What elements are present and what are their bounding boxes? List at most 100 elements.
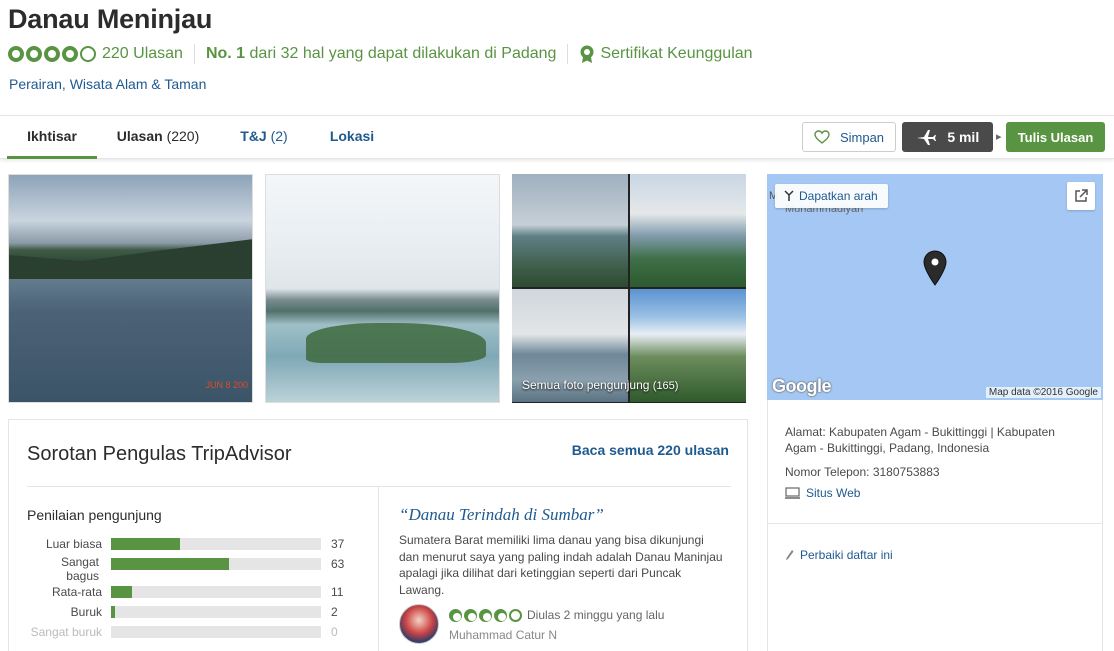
photo-lake-2[interactable] — [265, 174, 500, 403]
rating-bar-track — [111, 626, 321, 638]
rating-bar-track — [111, 586, 321, 598]
heart-icon — [814, 130, 830, 144]
write-review-button[interactable]: Tulis Ulasan — [1006, 122, 1105, 152]
expand-map-button[interactable] — [1067, 182, 1095, 210]
rating-summary: 220 Ulasan No. 1 dari 32 hal yang dapat … — [8, 43, 753, 65]
phone-number: Nomor Telepon: 3180753883 — [785, 465, 940, 479]
photo-hills — [9, 239, 252, 279]
photo-grid-all[interactable]: Semua foto pengunjung (165) — [512, 174, 746, 403]
review-highlights-title: Sorotan Pengulas TripAdvisor — [27, 443, 292, 465]
rating-row-very-good[interactable]: Sangat bagus 63 — [27, 554, 357, 583]
tab-location[interactable]: Lokasi — [322, 116, 382, 159]
address: Alamat: Kabupaten Agam - Bukittinggi | K… — [785, 425, 1055, 455]
get-directions-button[interactable]: Dapatkan arah — [775, 184, 888, 208]
edit-listing-link[interactable]: Perbaiki daftar ini — [785, 548, 893, 562]
external-link-icon — [1075, 189, 1088, 202]
contact-info-panel: Alamat: Kabupaten Agam - Bukittinggi | K… — [767, 400, 1103, 651]
tab-qa[interactable]: T&J (2) — [233, 116, 295, 159]
rating-bar-fill — [111, 606, 115, 618]
divider — [27, 486, 731, 487]
rating-bubble-filled — [494, 608, 507, 622]
ranking[interactable]: No. 1 dari 32 hal yang dapat dilakukan d… — [206, 45, 556, 63]
photo-date-stamp: JUN 8 200 — [205, 380, 248, 390]
rating-bubble-filled — [44, 46, 60, 62]
edit-listing-label: Perbaiki daftar ini — [800, 548, 893, 562]
tab-count: (2) — [270, 128, 288, 144]
rating-row-count: 2 — [331, 605, 338, 619]
airplane-icon — [916, 130, 936, 145]
rating-row-label: Luar biasa — [45, 537, 102, 551]
rating-bubble-filled — [8, 46, 24, 62]
category-links[interactable]: Perairan, Wisata Alam & Taman — [9, 76, 206, 92]
distance-label: 5 mil — [947, 129, 980, 145]
rating-bubble-filled — [464, 608, 477, 622]
directions-icon — [784, 190, 794, 201]
photo-land — [306, 323, 486, 363]
tab-bar: Ikhtisar Ulasan (220) T&J (2) Lokasi Sim… — [0, 115, 1114, 159]
rating-bubble-filled — [62, 46, 78, 62]
divider — [193, 44, 195, 64]
all-photos-caption[interactable]: Semua foto pengunjung (165) — [522, 378, 678, 392]
rating-bar-track — [111, 606, 321, 618]
rating-bar-fill — [111, 586, 132, 598]
visitor-ratings-title: Penilaian pengunjung — [27, 507, 162, 523]
rank-text: dari 32 hal yang dapat dilakukan di Pada… — [249, 45, 557, 62]
rating-row-count: 63 — [331, 557, 345, 571]
reviewer-name[interactable]: Muhammad Catur N — [449, 628, 557, 642]
page-title: Danau Meninjau — [8, 4, 213, 34]
rating-bar-track — [111, 538, 321, 550]
certificate-icon — [580, 45, 594, 63]
website-link[interactable]: Situs Web — [785, 486, 860, 500]
rating-bar-track — [111, 558, 321, 570]
rating-row-label: Buruk — [70, 605, 102, 619]
website-label: Situs Web — [806, 486, 861, 500]
review-snippet: Sumatera Barat memiliki lima danau yang … — [399, 533, 723, 597]
photo-lake-1[interactable]: JUN 8 200 — [8, 174, 253, 403]
google-logo: Google — [772, 376, 832, 396]
rating-bar-fill — [111, 538, 181, 550]
get-directions-label: Dapatkan arah — [799, 189, 878, 203]
divider — [378, 487, 379, 651]
rating-row-count: 37 — [331, 537, 345, 551]
rating-bubble-filled — [449, 608, 462, 622]
save-button[interactable]: Simpan — [802, 122, 896, 152]
divider — [567, 44, 569, 64]
avatar[interactable] — [399, 604, 439, 644]
all-photos-count: (165) — [652, 380, 679, 392]
distance-button[interactable]: 5 mil — [902, 122, 993, 152]
chevron-right-icon: ▸ — [996, 131, 1002, 143]
all-photos-label: Semua foto pengunjung — [522, 378, 650, 392]
rating-bubble-empty — [509, 608, 522, 622]
rating-row-excellent[interactable]: Luar biasa 37 — [27, 534, 357, 554]
review-highlights-card: Sorotan Pengulas TripAdvisor Baca semua … — [8, 419, 748, 651]
monitor-icon — [785, 487, 800, 499]
rating-row-label: Sangat bagus — [60, 555, 99, 583]
pencil-icon — [786, 550, 794, 560]
review-quote-title[interactable]: “Danau Terindah di Sumbar” — [399, 505, 604, 525]
photo-thumb — [512, 174, 628, 287]
map-attribution: Map data ©2016 Google — [985, 387, 1101, 398]
rating-row-average[interactable]: Rata-rata 11 — [27, 582, 357, 602]
tab-label: Lokasi — [329, 128, 375, 144]
review-rating-bubbles — [449, 608, 522, 622]
map-pin-icon[interactable] — [922, 250, 948, 286]
review-date: Diulas 2 minggu yang lalu — [527, 608, 665, 622]
rating-bubble-filled — [26, 46, 42, 62]
rating-bubbles[interactable] — [8, 46, 96, 62]
certificate-of-excellence[interactable]: Sertifikat Keunggulan — [579, 44, 753, 64]
read-all-reviews-link[interactable]: Baca semua 220 ulasan — [572, 442, 729, 458]
rating-bubble-empty — [80, 46, 96, 62]
save-label: Simpan — [839, 129, 885, 145]
rating-row-poor[interactable]: Buruk 2 — [27, 602, 357, 622]
rank-number: No. 1 — [205, 45, 246, 62]
tab-overview[interactable]: Ikhtisar — [7, 116, 97, 159]
tab-reviews[interactable]: Ulasan (220) — [108, 116, 208, 159]
review-count-link[interactable]: 220 Ulasan — [102, 45, 183, 63]
divider — [768, 523, 1102, 524]
certificate-label: Sertifikat Keunggulan — [600, 45, 753, 62]
tab-label: Ikhtisar — [27, 128, 77, 144]
tab-count: (220) — [166, 128, 200, 144]
tab-label: Ulasan — [116, 128, 163, 144]
location-map[interactable]: M Muhammadiyah Dapatkan arah Google Map … — [767, 174, 1103, 400]
rating-bubble-filled — [479, 608, 492, 622]
